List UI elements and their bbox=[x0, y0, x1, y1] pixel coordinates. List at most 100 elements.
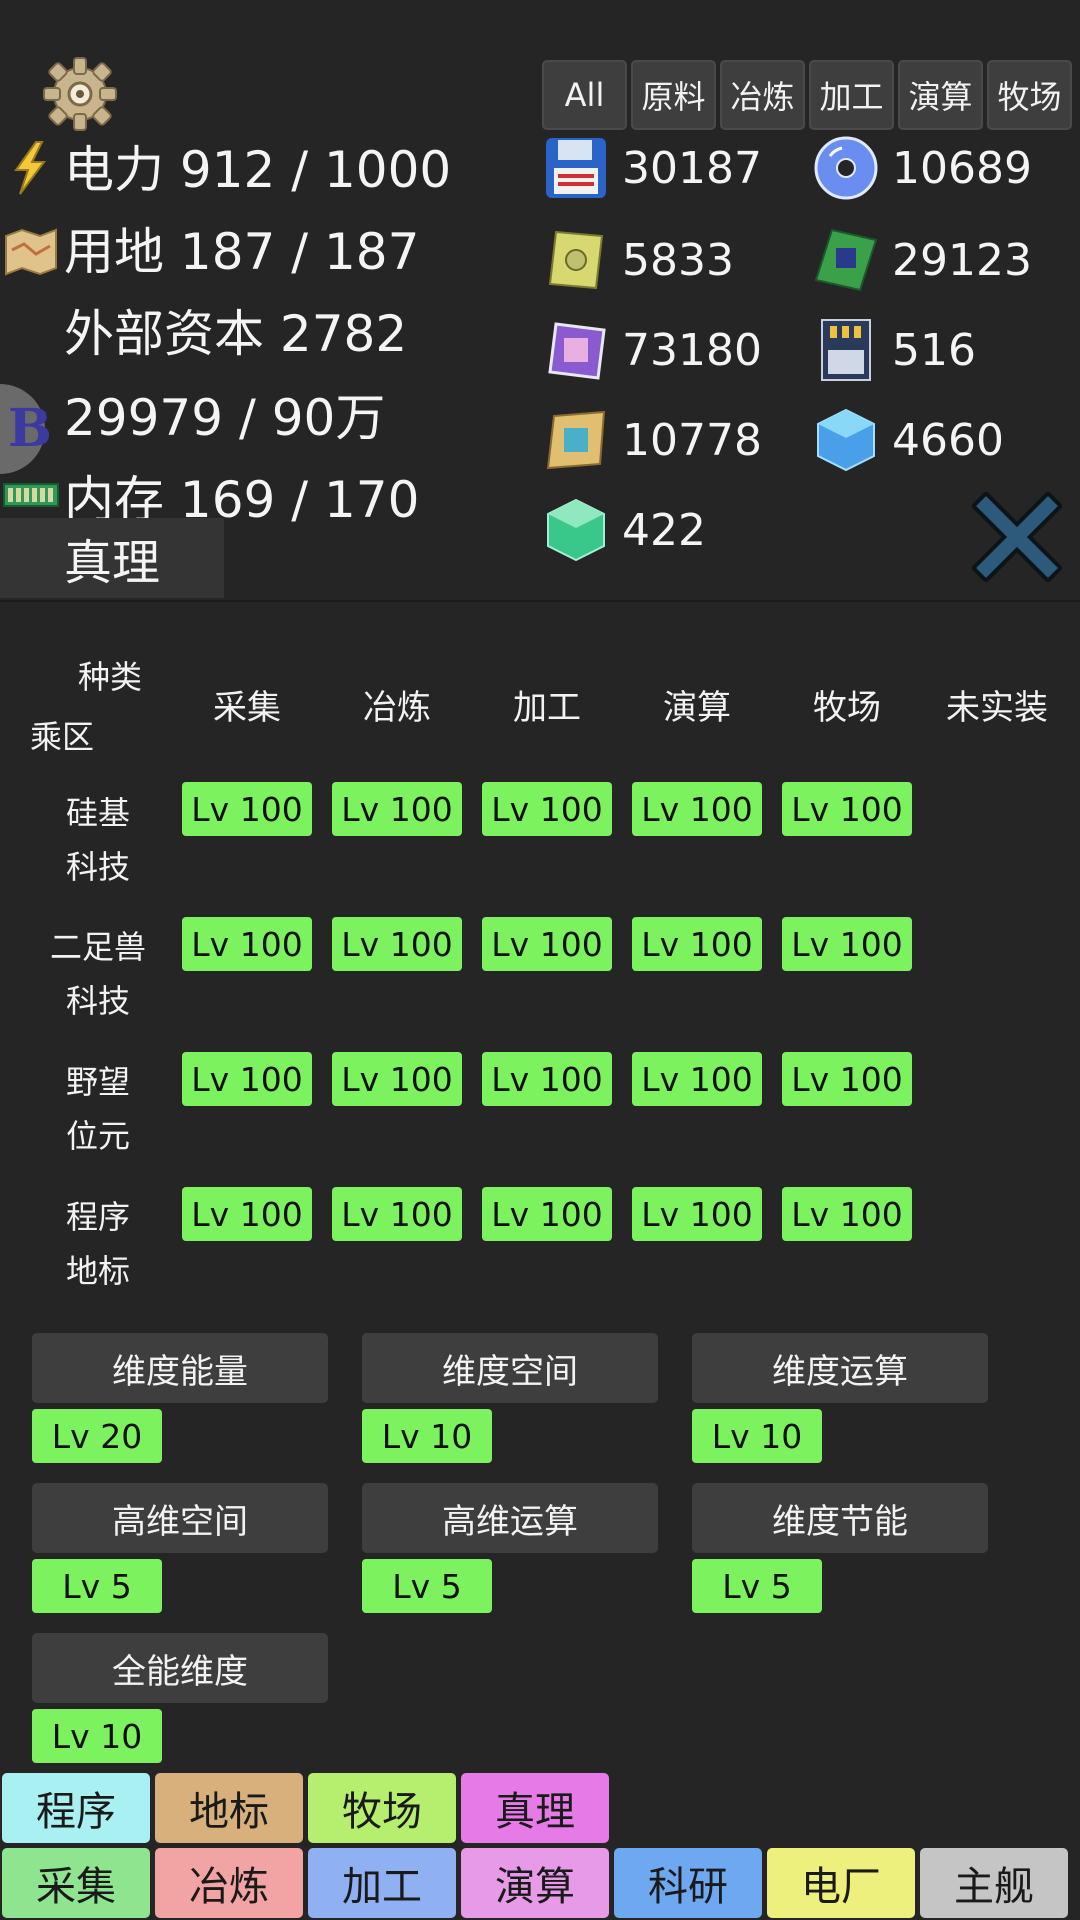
resource-value: 516 bbox=[892, 324, 976, 376]
column-header: 未实装 bbox=[946, 688, 1048, 728]
dimension-upgrade-button[interactable]: 维度空间 bbox=[362, 1333, 658, 1403]
row-header-line: 二足兽 bbox=[49, 928, 146, 966]
level-badge[interactable]: Lv 100 bbox=[782, 1187, 912, 1241]
dimension-upgrade-button[interactable]: 维度能量 bbox=[32, 1333, 328, 1403]
land-map-icon bbox=[2, 224, 60, 280]
level-badge[interactable]: Lv 100 bbox=[782, 782, 912, 836]
active-panel-tab[interactable]: 真理 bbox=[0, 518, 224, 598]
lightning-icon bbox=[2, 140, 60, 196]
level-badge[interactable]: Lv 100 bbox=[332, 782, 462, 836]
level-badge[interactable]: Lv 100 bbox=[182, 917, 312, 971]
nav-tab-truth[interactable]: 真理 bbox=[461, 1773, 609, 1843]
resource-item: 73180 bbox=[542, 316, 762, 384]
cpu-chip-icon bbox=[542, 316, 610, 384]
level-badge[interactable]: Lv 100 bbox=[182, 1187, 312, 1241]
level-badge[interactable]: Lv 100 bbox=[782, 917, 912, 971]
filter-tab-ranch[interactable]: 牧场 bbox=[987, 60, 1072, 130]
filter-tab-raw[interactable]: 原料 bbox=[631, 60, 716, 130]
dimension-level-badge: Lv 5 bbox=[32, 1559, 162, 1613]
resource-item: 30187 bbox=[542, 134, 762, 202]
dimension-upgrade-button[interactable]: 全能维度 bbox=[32, 1633, 328, 1703]
dimension-level-badge: Lv 10 bbox=[32, 1709, 162, 1763]
resource-value: 4660 bbox=[892, 414, 1004, 466]
close-icon[interactable] bbox=[970, 490, 1064, 584]
row-header-line: 野望 bbox=[65, 1063, 130, 1101]
level-badge[interactable]: Lv 100 bbox=[782, 1052, 912, 1106]
column-header: 冶炼 bbox=[363, 688, 431, 728]
settings-gear-icon[interactable] bbox=[42, 56, 118, 132]
resource-value: 422 bbox=[622, 504, 706, 556]
row-header-line: 科技 bbox=[65, 982, 130, 1020]
dimension-upgrade-button[interactable]: 高维运算 bbox=[362, 1483, 658, 1553]
dimension-upgrade-button[interactable]: 维度运算 bbox=[692, 1333, 988, 1403]
level-badge[interactable]: Lv 100 bbox=[332, 1187, 462, 1241]
resource-item: 4660 bbox=[812, 406, 1004, 474]
dimension-upgrade-button[interactable]: 高维空间 bbox=[32, 1483, 328, 1553]
resource-item: 29123 bbox=[812, 226, 1032, 294]
row-header-line: 科技 bbox=[65, 848, 130, 886]
dimension-level-badge: Lv 20 bbox=[32, 1409, 162, 1463]
grid-corner-zone: 乘区 bbox=[30, 718, 95, 756]
dimension-level-badge: Lv 10 bbox=[692, 1409, 822, 1463]
column-header: 演算 bbox=[663, 688, 731, 728]
resource-value: 73180 bbox=[622, 324, 762, 376]
svg-text:B: B bbox=[8, 398, 52, 459]
land-stat: 用地 187 / 187 bbox=[64, 223, 420, 281]
level-badge[interactable]: Lv 100 bbox=[632, 1187, 762, 1241]
grid-corner-type: 种类 bbox=[78, 658, 143, 696]
level-badge[interactable]: Lv 100 bbox=[632, 1052, 762, 1106]
nav-tab-compute[interactable]: 演算 bbox=[461, 1848, 609, 1918]
dimension-level-badge: Lv 10 bbox=[362, 1409, 492, 1463]
column-header: 加工 bbox=[513, 688, 581, 728]
column-header: 牧场 bbox=[813, 688, 881, 728]
circuit-board-icon bbox=[812, 226, 880, 294]
power-stat: 电力 912 / 1000 bbox=[64, 141, 452, 199]
level-badge[interactable]: Lv 100 bbox=[482, 1187, 612, 1241]
row-header: 硅基 科技 bbox=[40, 786, 156, 894]
nav-tab-power-plant[interactable]: 电厂 bbox=[767, 1848, 915, 1918]
b-currency-icon: B bbox=[0, 384, 60, 474]
filter-tab-compute[interactable]: 演算 bbox=[898, 60, 983, 130]
nav-tab-landmark[interactable]: 地标 bbox=[155, 1773, 303, 1843]
dimension-level-badge: Lv 5 bbox=[692, 1559, 822, 1613]
level-badge[interactable]: Lv 100 bbox=[182, 782, 312, 836]
filter-tab-smelt[interactable]: 冶炼 bbox=[720, 60, 805, 130]
cd-disc-icon bbox=[812, 134, 880, 202]
level-badge[interactable]: Lv 100 bbox=[482, 1052, 612, 1106]
level-badge[interactable]: Lv 100 bbox=[182, 1052, 312, 1106]
gold-chip-icon bbox=[542, 406, 610, 474]
level-badge[interactable]: Lv 100 bbox=[482, 782, 612, 836]
row-header-line: 硅基 bbox=[65, 794, 130, 832]
level-badge[interactable]: Lv 100 bbox=[332, 1052, 462, 1106]
resource-value: 10778 bbox=[622, 414, 762, 466]
dimension-upgrade-button[interactable]: 维度节能 bbox=[692, 1483, 988, 1553]
level-badge[interactable]: Lv 100 bbox=[332, 917, 462, 971]
row-header-line: 程序 bbox=[65, 1198, 130, 1236]
hard-drive-icon bbox=[542, 226, 610, 294]
blue-crystal-icon bbox=[812, 406, 880, 474]
panel-divider bbox=[0, 600, 1080, 602]
level-badge[interactable]: Lv 100 bbox=[482, 917, 612, 971]
filter-tabs: All 原料 冶炼 加工 演算 牧场 bbox=[542, 60, 1072, 130]
level-badge[interactable]: Lv 100 bbox=[632, 917, 762, 971]
nav-tab-mothership[interactable]: 主舰 bbox=[920, 1848, 1068, 1918]
column-header: 采集 bbox=[213, 688, 281, 728]
resource-item: 5833 bbox=[542, 226, 734, 294]
filter-tab-all[interactable]: All bbox=[542, 60, 627, 130]
b-currency-stat: 29979 / 90万 bbox=[64, 389, 386, 447]
row-header-line: 地标 bbox=[65, 1252, 130, 1290]
nav-tab-research[interactable]: 科研 bbox=[614, 1848, 762, 1918]
resource-item: 10689 bbox=[812, 134, 1032, 202]
filter-tab-process[interactable]: 加工 bbox=[809, 60, 894, 130]
capital-stat: 外部资本 2782 bbox=[64, 305, 408, 363]
nav-tab-smelt[interactable]: 冶炼 bbox=[155, 1848, 303, 1918]
level-badge[interactable]: Lv 100 bbox=[632, 782, 762, 836]
sd-card-icon bbox=[812, 316, 880, 384]
nav-tab-ranch[interactable]: 牧场 bbox=[308, 1773, 456, 1843]
resource-value: 10689 bbox=[892, 142, 1032, 194]
green-crystal-icon bbox=[542, 496, 610, 564]
nav-tab-gather[interactable]: 采集 bbox=[2, 1848, 150, 1918]
nav-tab-program[interactable]: 程序 bbox=[2, 1773, 150, 1843]
nav-tab-process[interactable]: 加工 bbox=[308, 1848, 456, 1918]
resource-value: 30187 bbox=[622, 142, 762, 194]
